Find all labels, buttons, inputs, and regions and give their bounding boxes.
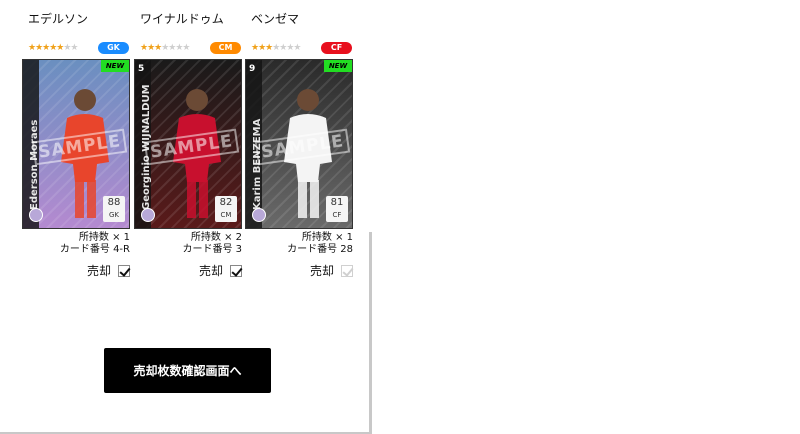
sell-option[interactable]: 売却	[310, 262, 353, 279]
card-meta: 所持数 × 1 カード番号 4-R	[60, 232, 130, 256]
sell-option[interactable]: 売却	[199, 262, 242, 279]
sell-count-confirm-button[interactable]: 売却枚数確認画面へ	[104, 348, 271, 393]
player-name: ベンゼマ	[251, 12, 300, 26]
team-emblem-icon	[29, 208, 43, 222]
card-meta: 所持数 × 2 カード番号 3	[182, 232, 242, 256]
position-badge: GK	[98, 42, 129, 54]
rating-position: CF	[332, 211, 342, 219]
player-name: ワイナルドゥム	[140, 12, 224, 26]
empty-stars-icon: ★★★★	[272, 43, 301, 53]
sell-label: 売却	[86, 264, 111, 278]
rarity-stars: ★★★★★★★	[140, 43, 191, 53]
empty-stars-icon: ★★	[63, 43, 78, 53]
card-number: カード番号 3	[182, 244, 242, 255]
team-emblem-icon	[141, 208, 155, 222]
panel-right-border	[369, 232, 372, 434]
filled-stars-icon: ★★★★★	[28, 43, 64, 53]
card-rating: 81 CF	[326, 196, 348, 222]
empty-stars-icon: ★★★★	[161, 43, 190, 53]
team-emblem-icon	[252, 208, 266, 222]
sell-label: 売却	[309, 264, 334, 278]
rarity-stars: ★★★★★★★	[28, 43, 78, 53]
owned-count: 所持数 × 2	[190, 232, 242, 243]
rating-value: 88	[107, 197, 121, 208]
rating-position: CM	[220, 211, 232, 219]
sell-option[interactable]: 売却	[87, 262, 130, 279]
player-name: エデルソン	[28, 12, 89, 26]
position-badge: CF	[321, 42, 352, 54]
filled-stars-icon: ★★★	[251, 43, 273, 53]
sell-label: 売却	[198, 264, 223, 278]
filled-stars-icon: ★★★	[140, 43, 162, 53]
jersey-number: 5	[138, 64, 145, 74]
card-image[interactable]: Ederson Moraes SAMPLE 88 GK NEW	[22, 59, 130, 229]
owned-count: 所持数 × 1	[78, 232, 130, 243]
new-badge: NEW	[101, 60, 129, 72]
sell-checkbox[interactable]	[230, 264, 242, 277]
jersey-number: 9	[249, 64, 256, 74]
card-number: カード番号 28	[287, 244, 353, 255]
card-rating: 82 CM	[215, 196, 237, 222]
rarity-stars: ★★★★★★★	[251, 43, 302, 53]
position-badge: CM	[210, 42, 241, 54]
owned-count: 所持数 × 1	[301, 232, 353, 243]
rating-value: 81	[330, 197, 344, 208]
card-rating: 88 GK	[103, 196, 125, 222]
sell-checkbox	[341, 264, 353, 277]
card-image[interactable]: Karim BENZEMA 9 SAMPLE 81 CF NEW	[245, 59, 353, 229]
rating-position: GK	[108, 211, 119, 219]
sell-checkbox[interactable]	[118, 264, 130, 277]
rating-value: 82	[219, 197, 233, 208]
card-number: カード番号 4-R	[59, 244, 130, 255]
new-badge: NEW	[324, 60, 352, 72]
card-meta: 所持数 × 1 カード番号 28	[287, 232, 353, 256]
card-image[interactable]: Georginio WIJNALDUM 5 SAMPLE 82 CM	[134, 59, 242, 229]
